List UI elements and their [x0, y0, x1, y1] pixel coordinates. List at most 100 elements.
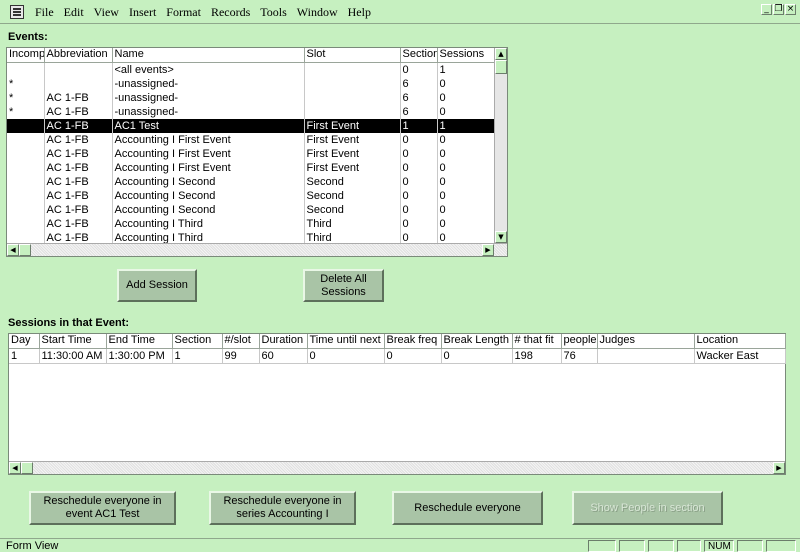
cell-slot[interactable]: Second [304, 202, 401, 217]
cell-slot[interactable] [304, 62, 401, 77]
cell-sessions[interactable]: 0 [437, 160, 496, 175]
cell-sessions[interactable]: 1 [437, 118, 496, 133]
event-row[interactable]: AC 1-FB Accounting I Third Third 0 0 [7, 216, 496, 231]
cell-sessions[interactable]: 0 [437, 202, 496, 217]
scroll-left-icon[interactable]: ◀ [7, 244, 19, 256]
scroll-right-icon[interactable]: ▶ [773, 462, 785, 474]
cell-judges[interactable] [597, 348, 695, 364]
menu-file[interactable]: File [30, 0, 59, 24]
form-app-icon[interactable] [10, 4, 24, 19]
event-row[interactable]: AC 1-FB Accounting I First Event First Eve… [7, 146, 496, 161]
event-row[interactable]: AC 1-FB Accounting I Second Second 0 0 [7, 202, 496, 217]
col-header-duration[interactable]: Duration [259, 334, 308, 349]
cell-people[interactable]: 76 [561, 348, 598, 364]
menu-format[interactable]: Format [161, 0, 206, 24]
cell-name[interactable]: Accounting I Third [112, 216, 305, 231]
cell-name[interactable]: AC1 Test [112, 118, 305, 133]
cell-sessions[interactable]: 0 [437, 132, 496, 147]
menu-window[interactable]: Window [292, 0, 343, 24]
cell-incomp[interactable] [7, 146, 45, 161]
cell-name[interactable]: -unassigned- [112, 104, 305, 119]
session-row[interactable]: 1 11:30:00 AM 1:30:00 PM 1 99 60 0 0 0 198 76 Wacke… [9, 348, 786, 364]
col-header-day[interactable]: Day [9, 334, 40, 349]
cell-section[interactable]: 0 [400, 174, 438, 189]
cell-start-time[interactable]: 11:30:00 AM [39, 348, 107, 364]
cell-section[interactable]: 0 [400, 132, 438, 147]
col-header-section[interactable]: Section [172, 334, 223, 349]
col-header-that-fit[interactable]: # that fit [512, 334, 562, 349]
cell-day[interactable]: 1 [9, 348, 40, 364]
menu-edit[interactable]: Edit [59, 0, 89, 24]
cell-slot[interactable] [304, 76, 401, 91]
cell-sessions[interactable]: 0 [437, 216, 496, 231]
col-header-abbreviation[interactable]: Abbreviation [44, 48, 113, 63]
cell-slot[interactable]: Third [304, 216, 401, 231]
cell-section[interactable]: 1 [400, 118, 438, 133]
cell-abbreviation[interactable]: AC 1-FB [44, 104, 113, 119]
scroll-thumb[interactable] [19, 244, 31, 256]
cell-name[interactable]: -unassigned- [112, 76, 305, 91]
col-header-time-until-next[interactable]: Time until next [307, 334, 385, 349]
col-header-slot[interactable]: Slot [304, 48, 401, 63]
col-header-section[interactable]: Section [400, 48, 438, 63]
cell-duration[interactable]: 60 [259, 348, 308, 364]
cell-name[interactable]: Accounting I Second [112, 188, 305, 203]
menu-view[interactable]: View [89, 0, 124, 24]
cell-slot[interactable]: First Event [304, 146, 401, 161]
cell-incomp[interactable] [7, 202, 45, 217]
cell-location[interactable]: Wacker East [694, 348, 786, 364]
delete-all-sessions-button[interactable]: Delete All Sessions [303, 269, 384, 302]
event-row[interactable]: * AC 1-FB -unassigned- 6 0 [7, 104, 496, 119]
menu-insert[interactable]: Insert [124, 0, 161, 24]
reschedule-series-button[interactable]: Reschedule everyone in series Accounting… [209, 491, 356, 525]
cell-abbreviation[interactable]: AC 1-FB [44, 118, 113, 133]
cell-incomp[interactable] [7, 188, 45, 203]
event-row[interactable]: * AC 1-FB -unassigned- 6 0 [7, 90, 496, 105]
event-row[interactable]: AC 1-FB Accounting I Second Second 0 0 [7, 174, 496, 189]
cell-section[interactable]: 0 [400, 160, 438, 175]
cell-section[interactable]: 6 [400, 76, 438, 91]
cell-name[interactable]: <all events> [112, 62, 305, 77]
event-row[interactable]: AC 1-FB AC1 Test First Event 1 1 [7, 118, 496, 133]
event-row[interactable]: AC 1-FB Accounting I First Event First Eve… [7, 132, 496, 147]
menu-records[interactable]: Records [206, 0, 255, 24]
scroll-thumb[interactable] [495, 60, 507, 74]
col-header-per-slot[interactable]: #/slot [222, 334, 260, 349]
col-header-end-time[interactable]: End Time [106, 334, 173, 349]
cell-slot[interactable]: Second [304, 188, 401, 203]
col-header-start-time[interactable]: Start Time [39, 334, 107, 349]
add-session-button[interactable]: Add Session [117, 269, 197, 302]
scroll-down-icon[interactable]: ▼ [495, 231, 507, 243]
restore-icon[interactable]: ❐ [773, 4, 784, 15]
reschedule-everyone-button[interactable]: Reschedule everyone [392, 491, 543, 525]
cell-name[interactable]: Accounting I First Event [112, 132, 305, 147]
cell-slot[interactable]: First Event [304, 132, 401, 147]
col-header-sessions[interactable]: Sessions [437, 48, 496, 63]
cell-sessions[interactable]: 1 [437, 62, 496, 77]
cell-sessions[interactable]: 0 [437, 188, 496, 203]
col-header-people[interactable]: people [561, 334, 598, 349]
events-horizontal-scrollbar[interactable]: ◀ ▶ [7, 243, 507, 256]
cell-abbreviation[interactable]: AC 1-FB [44, 174, 113, 189]
cell-abbreviation[interactable] [44, 76, 113, 91]
col-header-incomp[interactable]: Incomp [7, 48, 45, 63]
cell-section[interactable]: 6 [400, 104, 438, 119]
event-row[interactable]: AC 1-FB Accounting I Second Second 0 0 [7, 188, 496, 203]
cell-abbreviation[interactable]: AC 1-FB [44, 132, 113, 147]
cell-incomp[interactable] [7, 216, 45, 231]
event-row[interactable]: <all events> 0 1 [7, 62, 496, 77]
menu-help[interactable]: Help [343, 0, 376, 24]
cell-incomp[interactable]: * [7, 104, 45, 119]
scroll-left-icon[interactable]: ◀ [9, 462, 21, 474]
scroll-right-icon[interactable]: ▶ [482, 244, 494, 256]
cell-that-fit[interactable]: 198 [512, 348, 562, 364]
cell-end-time[interactable]: 1:30:00 PM [106, 348, 173, 364]
cell-slot[interactable]: Second [304, 174, 401, 189]
cell-abbreviation[interactable]: AC 1-FB [44, 188, 113, 203]
cell-incomp[interactable] [7, 118, 45, 133]
cell-section[interactable]: 0 [400, 62, 438, 77]
cell-sessions[interactable]: 0 [437, 90, 496, 105]
cell-time-until-next[interactable]: 0 [307, 348, 385, 364]
cell-slot[interactable]: First Event [304, 160, 401, 175]
cell-section[interactable]: 0 [400, 216, 438, 231]
